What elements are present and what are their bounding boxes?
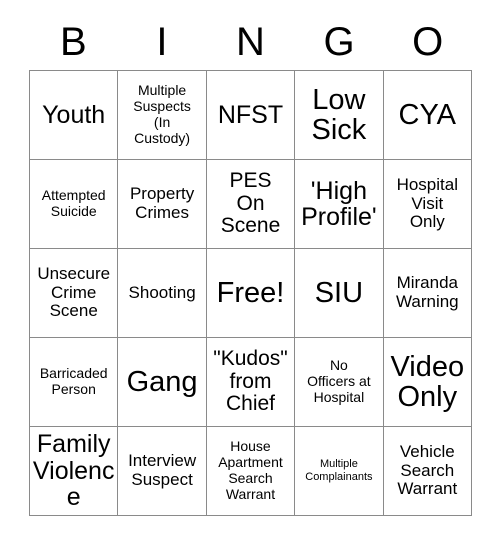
bingo-cell-label: Attempted Suicide — [41, 187, 106, 219]
bingo-header-letter-i: I — [156, 20, 168, 64]
bingo-cell-label: Family Violence — [32, 430, 115, 512]
bingo-cell-label: Multiple Complainants — [305, 458, 373, 483]
bingo-cell-label: Youth — [42, 100, 106, 129]
bingo-cell-label: CYA — [398, 98, 457, 131]
bingo-cell-label: Video Only — [390, 350, 465, 413]
bingo-cell[interactable]: No Officers at Hospital — [295, 338, 384, 427]
bingo-cell-label: Low Sick — [311, 83, 367, 146]
bingo-cell-label: PES On Scene — [220, 168, 281, 238]
bingo-cell-label: SIU — [314, 276, 364, 309]
bingo-grid: Youth Multiple Suspects (In Custody) NFS… — [29, 70, 472, 516]
bingo-cell[interactable]: Miranda Warning — [383, 249, 472, 338]
bingo-header-letter-g: G — [323, 20, 355, 64]
bingo-cell[interactable]: Barricaded Person — [30, 338, 119, 427]
bingo-cell[interactable]: CYA — [383, 71, 472, 160]
bingo-cell-label: Interview Suspect — [128, 451, 197, 489]
bingo-cell[interactable]: Multiple Complainants — [295, 427, 384, 516]
bingo-cell-label: Shooting — [128, 282, 196, 302]
bingo-cell[interactable]: Hospital Visit Only — [383, 160, 472, 249]
bingo-cell[interactable]: PES On Scene — [206, 160, 296, 249]
bingo-cell-label: Barricaded Person — [39, 365, 108, 397]
bingo-cell-label: NFST — [217, 100, 284, 129]
bingo-cell-label: "Kudos" from Chief — [213, 346, 288, 416]
bingo-cell[interactable]: 'High Profile' — [295, 160, 384, 249]
bingo-cell-label: Unsecure Crime Scene — [37, 263, 111, 321]
bingo-cell[interactable]: Family Violence — [30, 427, 119, 516]
bingo-cell[interactable]: Gang — [118, 338, 207, 427]
bingo-cell[interactable]: Attempted Suicide — [30, 160, 119, 249]
bingo-cell[interactable]: "Kudos" from Chief — [206, 338, 296, 427]
bingo-header-letter-b: B — [59, 20, 87, 64]
bingo-cell[interactable]: Property Crimes — [118, 160, 207, 249]
bingo-cell-label: No Officers at Hospital — [307, 357, 371, 405]
bingo-cell[interactable]: NFST — [206, 71, 296, 160]
bingo-card: B I N G O Youth Multiple Suspects (In Cu… — [0, 0, 500, 544]
bingo-cell-label: Property Crimes — [129, 184, 195, 222]
bingo-cell[interactable]: Shooting — [118, 249, 207, 338]
bingo-cell[interactable]: SIU — [295, 249, 384, 338]
bingo-cell-label: Free! — [216, 276, 285, 309]
bingo-cell[interactable]: Vehicle Search Warrant — [383, 427, 472, 516]
bingo-cell[interactable]: Unsecure Crime Scene — [30, 249, 119, 338]
bingo-header-letter-n: N — [236, 20, 265, 64]
bingo-cell-label: Miranda Warning — [395, 273, 459, 311]
bingo-cell-label: House Apartment Search Warrant — [218, 438, 283, 502]
bingo-cell[interactable]: House Apartment Search Warrant — [206, 427, 296, 516]
bingo-cell-free[interactable]: Free! — [206, 249, 296, 338]
bingo-cell[interactable]: Youth — [30, 71, 119, 160]
bingo-cell[interactable]: Low Sick — [295, 71, 384, 160]
bingo-cell-label: 'High Profile' — [301, 176, 377, 231]
bingo-cell-label: Gang — [126, 365, 198, 398]
bingo-header: B I N G O — [29, 16, 472, 68]
bingo-cell[interactable]: Interview Suspect — [118, 427, 207, 516]
bingo-header-letter-o: O — [412, 20, 444, 64]
bingo-cell[interactable]: Video Only — [383, 338, 472, 427]
bingo-cell-label: Multiple Suspects (In Custody) — [133, 82, 191, 146]
bingo-cell[interactable]: Multiple Suspects (In Custody) — [118, 71, 207, 160]
bingo-cell-label: Vehicle Search Warrant — [397, 441, 458, 499]
bingo-cell-label: Hospital Visit Only — [396, 174, 458, 232]
